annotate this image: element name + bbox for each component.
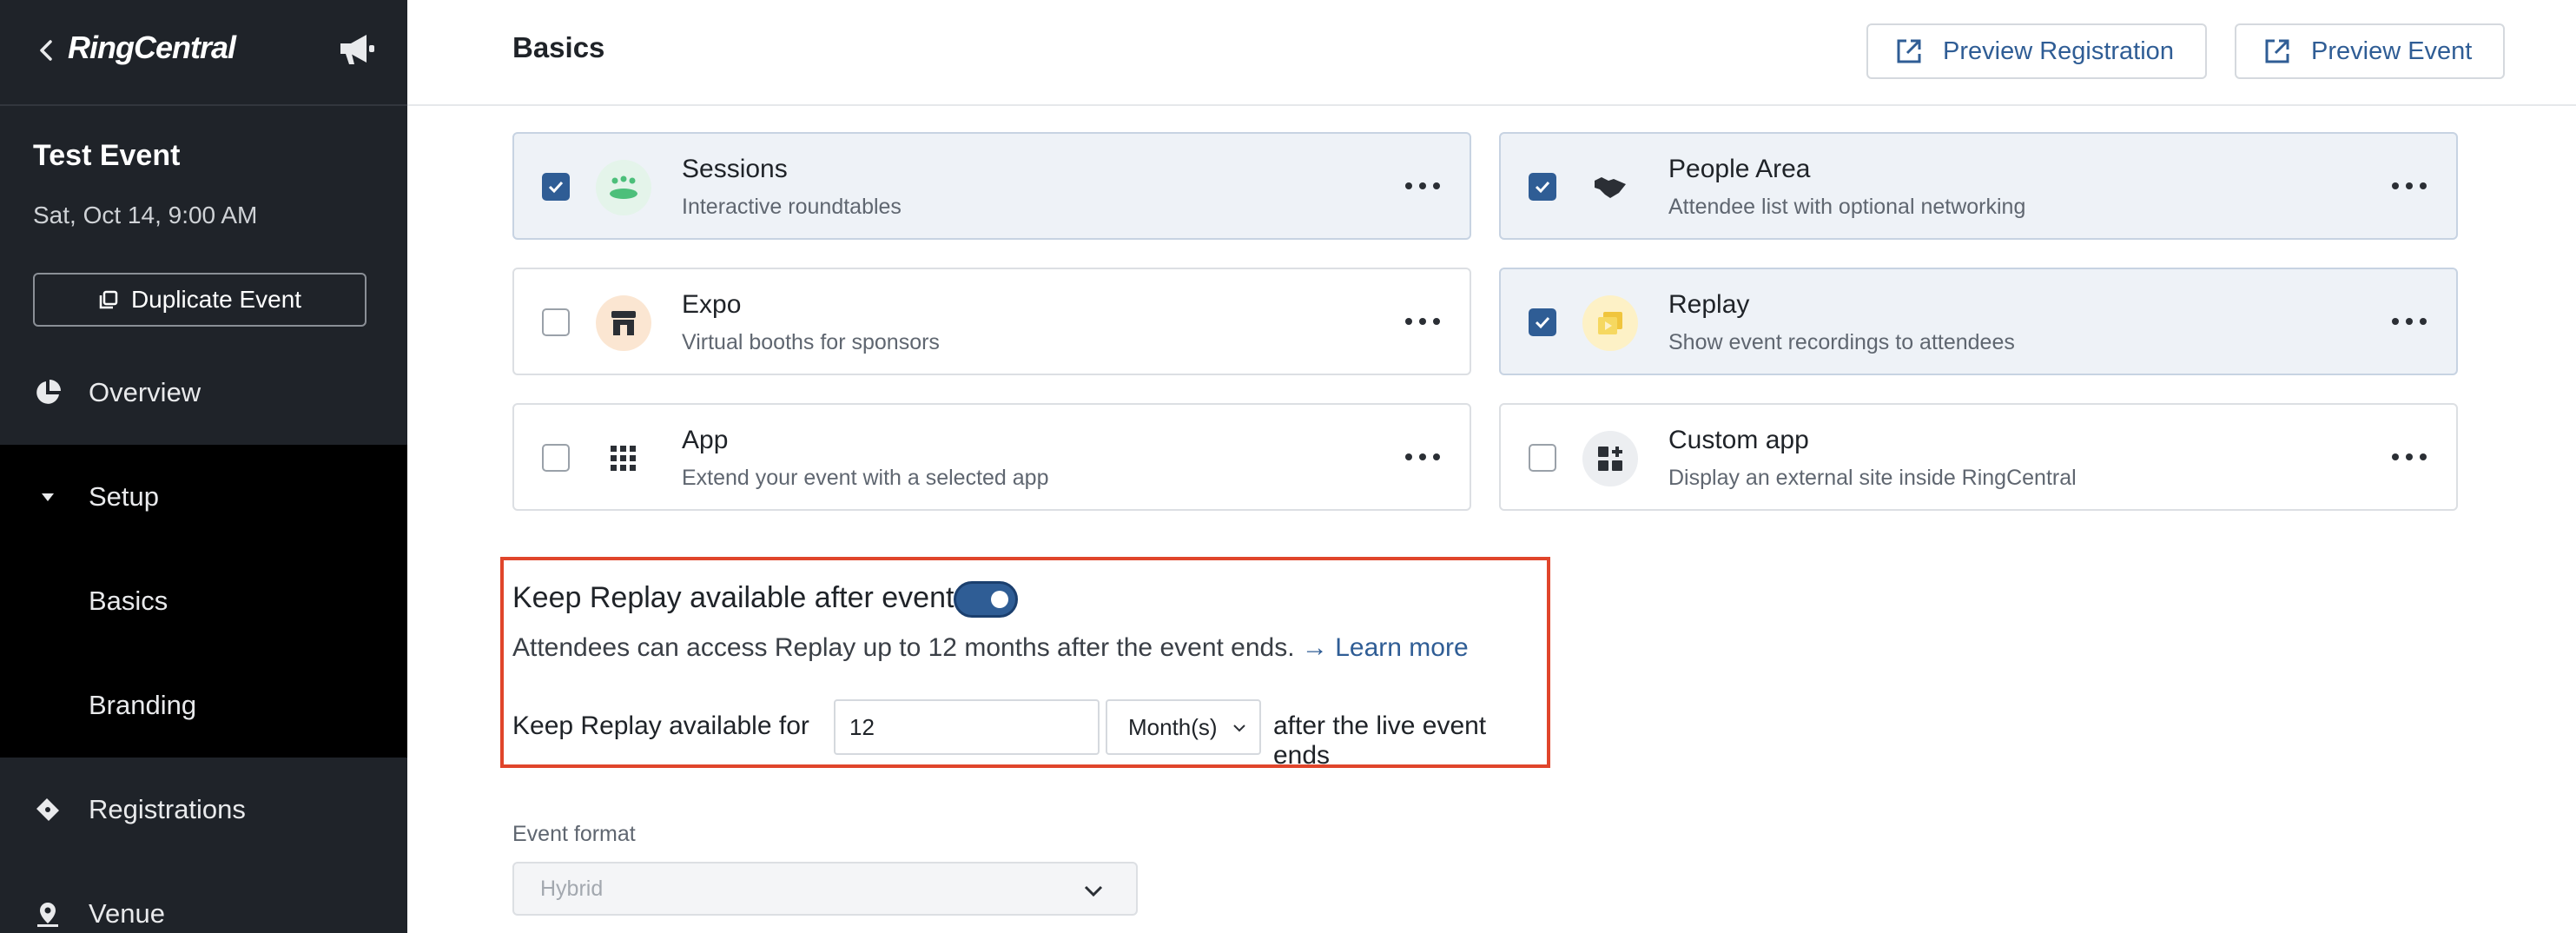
feature-title: People Area: [1668, 155, 1811, 183]
more-options-icon[interactable]: [1405, 447, 1440, 467]
feature-subtitle: Display an external site inside RingCent…: [1668, 466, 2077, 490]
nav-label-overview: Overview: [89, 377, 201, 407]
caret-down-icon: [42, 493, 54, 501]
toggle-knob: [991, 591, 1008, 608]
feature-card-app[interactable]: App Extend your event with a selected ap…: [512, 403, 1471, 511]
replay-retention-toggle[interactable]: [954, 581, 1018, 618]
back-chevron-icon[interactable]: [33, 33, 61, 68]
feature-card-custom-app[interactable]: Custom app Display an external site insi…: [1499, 403, 2458, 511]
page-title: Basics: [512, 31, 605, 63]
nav-item-registrations[interactable]: Registrations: [0, 758, 407, 862]
replay-retention-section: Keep Replay available after event Attend…: [500, 557, 1550, 770]
preview-registration-label: Preview Registration: [1943, 36, 2174, 65]
feature-card-people-area[interactable]: People Area Attendee list with optional …: [1499, 132, 2458, 240]
ringcentral-logo: RingCentral: [68, 30, 236, 65]
nav-label-setup: Setup: [89, 481, 160, 512]
custom-app-checkbox[interactable]: [1529, 444, 1556, 472]
app-checkbox[interactable]: [542, 444, 570, 472]
feature-title: Sessions: [682, 155, 788, 183]
feature-subtitle: Interactive roundtables: [682, 195, 902, 219]
nav-label-branding: Branding: [89, 690, 197, 720]
top-bar: Basics Preview Registration Preview Even…: [407, 0, 2576, 106]
storefront-icon: [596, 295, 651, 351]
add-widget-icon: [1582, 431, 1638, 486]
feature-title: App: [682, 426, 729, 454]
feature-subtitle: Extend your event with a selected app: [682, 466, 1049, 490]
more-options-icon[interactable]: [2392, 311, 2427, 332]
preview-registration-button[interactable]: Preview Registration: [1866, 23, 2207, 79]
replay-description-text: Attendees can access Replay up to 12 mon…: [512, 633, 1295, 662]
duration-unit-value: Month(s): [1128, 713, 1218, 740]
nav-item-branding[interactable]: Branding: [0, 653, 407, 758]
event-format-value: Hybrid: [540, 876, 604, 901]
more-options-icon[interactable]: [1405, 311, 1440, 332]
feature-title: Expo: [682, 290, 742, 319]
duplicate-event-label: Duplicate Event: [130, 286, 302, 313]
replay-icon: [1582, 295, 1638, 351]
megaphone-icon[interactable]: [335, 30, 377, 68]
feature-title: Replay: [1668, 290, 1750, 319]
copy-icon: [99, 290, 118, 309]
feature-card-replay[interactable]: Replay Show event recordings to attendee…: [1499, 268, 2458, 375]
chevron-down-icon: [1084, 885, 1103, 897]
event-title: Test Event: [33, 139, 181, 172]
external-link-icon: [2265, 39, 2289, 63]
main-content: Basics Preview Registration Preview Even…: [407, 0, 2576, 933]
nav-item-basics[interactable]: Basics: [0, 549, 407, 653]
more-options-icon[interactable]: [2392, 175, 2427, 196]
sessions-icon: [596, 160, 651, 215]
replay-retention-title: Keep Replay available after event: [512, 581, 954, 614]
replay-duration-input[interactable]: 12: [834, 699, 1100, 755]
chevron-down-icon: [1233, 725, 1245, 732]
external-link-icon: [1897, 39, 1921, 63]
nav-item-overview[interactable]: Overview: [0, 341, 407, 445]
map-pin-icon: [37, 903, 58, 927]
feature-subtitle: Show event recordings to attendees: [1668, 330, 2015, 354]
keep-replay-label: Keep Replay available for: [512, 711, 809, 740]
nav-item-setup[interactable]: Setup: [0, 445, 407, 549]
after-event-label: after the live event ends: [1273, 711, 1487, 770]
ticket-icon: [36, 798, 59, 821]
expo-checkbox[interactable]: [542, 308, 570, 336]
learn-more-link[interactable]: → Learn more: [1302, 633, 1469, 662]
preview-event-label: Preview Event: [2311, 36, 2473, 65]
pie-chart-icon: [36, 380, 61, 404]
event-date: Sat, Oct 14, 9:00 AM: [33, 202, 258, 228]
event-format-select[interactable]: Hybrid: [512, 862, 1138, 916]
sidebar: RingCentral Test Event Sat, Oct 14, 9:00…: [0, 0, 407, 933]
sessions-checkbox[interactable]: [542, 173, 570, 201]
more-options-icon[interactable]: [2392, 447, 2427, 467]
nav-label-registrations: Registrations: [89, 794, 246, 824]
preview-event-button[interactable]: Preview Event: [2235, 23, 2506, 79]
nav-label-venue: Venue: [89, 898, 165, 929]
more-options-icon[interactable]: [1405, 175, 1440, 196]
check-icon: [1535, 181, 1550, 194]
replay-retention-description: Attendees can access Replay up to 12 mon…: [512, 633, 1469, 663]
feature-card-sessions[interactable]: Sessions Interactive roundtables: [512, 132, 1471, 240]
replay-duration-unit-select[interactable]: Month(s): [1106, 699, 1261, 755]
feature-subtitle: Virtual booths for sponsors: [682, 330, 940, 354]
people-area-checkbox[interactable]: [1529, 173, 1556, 201]
nav-label-basics: Basics: [89, 586, 168, 616]
nav-item-venue[interactable]: Venue: [0, 862, 407, 933]
duplicate-event-button[interactable]: Duplicate Event: [33, 273, 367, 327]
feature-subtitle: Attendee list with optional networking: [1668, 195, 2026, 219]
check-icon: [1535, 316, 1550, 329]
event-format-label: Event format: [512, 822, 636, 846]
replay-checkbox[interactable]: [1529, 308, 1556, 336]
handshake-icon: [1582, 160, 1638, 215]
grid-icon: [596, 431, 651, 486]
check-icon: [548, 181, 564, 194]
feature-title: Custom app: [1668, 426, 1809, 454]
sidebar-header: RingCentral: [0, 0, 407, 106]
feature-card-expo[interactable]: Expo Virtual booths for sponsors: [512, 268, 1471, 375]
